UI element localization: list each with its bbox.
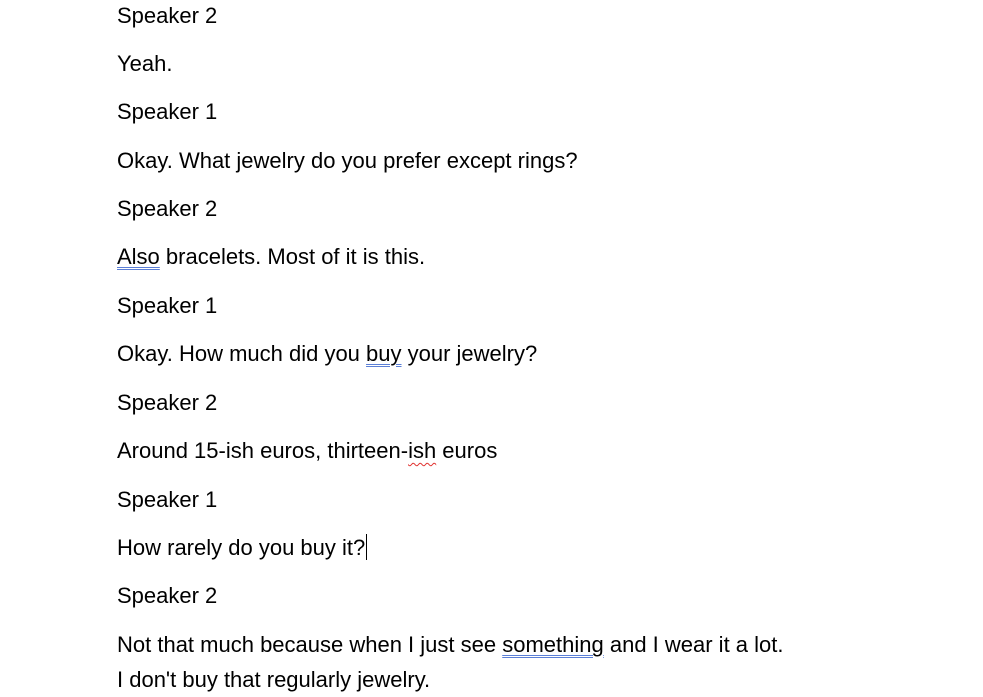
speaker-label: Speaker 2 (117, 390, 218, 415)
paragraph-text: your jewelry? (401, 341, 538, 366)
speaker-label: Speaker 1 (117, 487, 218, 512)
paragraph-text: bracelets. Most of it is this. (159, 244, 426, 269)
paragraph-text: Okay. How much did you (117, 341, 367, 366)
transcript-paragraph: Okay. What jewelry do you prefer except … (117, 148, 578, 173)
grammar-flag[interactable]: something (502, 632, 604, 657)
transcript-paragraph: Okay. How much did you buy your jewelry? (117, 337, 537, 371)
paragraph-text: Around 15-ish euros, thirteen- (117, 438, 409, 463)
transcript-paragraph: Around 15-ish euros, thirteen-ish euros (117, 434, 497, 468)
spelling-flag[interactable]: ish (408, 438, 436, 463)
transcript-paragraph: Not that much because when I just see so… (117, 628, 784, 662)
grammar-flag[interactable]: buy (366, 341, 401, 366)
paragraph-text: How rarely do you buy it? (117, 535, 366, 560)
document-page[interactable]: Speaker 2 Yeah. Speaker 1 Okay. What jew… (0, 0, 983, 693)
speaker-label: Speaker 2 (117, 3, 218, 28)
transcript-paragraph: Also bracelets. Most of it is this. (117, 240, 425, 274)
paragraph-text: and I wear it a lot. (603, 632, 784, 657)
speaker-label: Speaker 2 (117, 196, 218, 221)
speaker-label: Speaker 1 (117, 99, 218, 124)
paragraph-text: euros (436, 438, 498, 463)
transcript-paragraph: How rarely do you buy it? (117, 531, 368, 565)
transcript-paragraph: I don't buy that regularly jewelry. (117, 667, 431, 692)
grammar-flag[interactable]: Also (117, 244, 160, 269)
speaker-label: Speaker 1 (117, 293, 218, 318)
text-cursor (366, 534, 368, 560)
transcript-paragraph: Yeah. (117, 51, 173, 76)
paragraph-text: Not that much because when I just see (117, 632, 503, 657)
speaker-label: Speaker 2 (117, 583, 218, 608)
